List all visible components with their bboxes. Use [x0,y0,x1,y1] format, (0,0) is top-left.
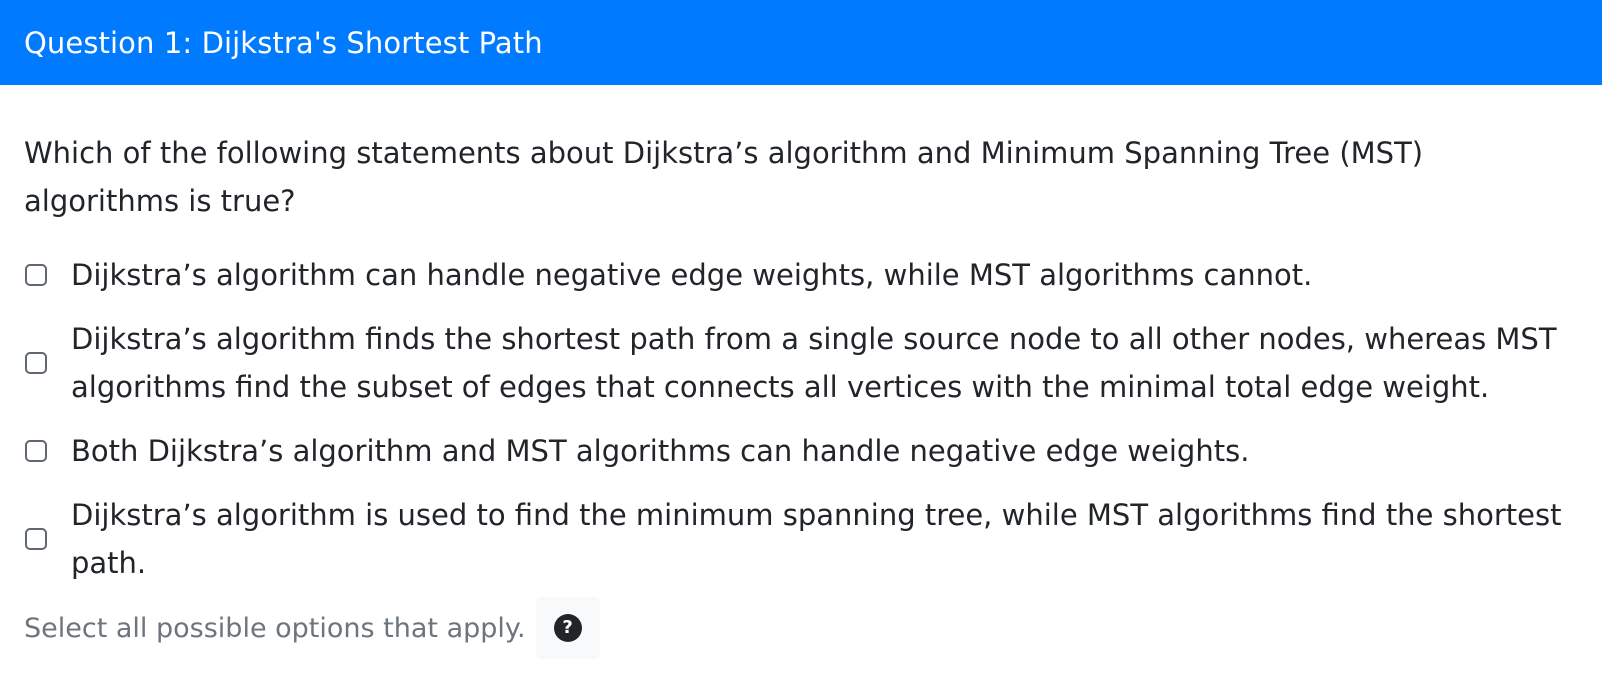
answer-option-3[interactable]: Both Dijkstra’s algorithm and MST algori… [24,427,1578,475]
answer-option-4-label[interactable]: Dijkstra’s algorithm is used to find the… [71,491,1578,587]
answer-option-1-label[interactable]: Dijkstra’s algorithm can handle negative… [71,251,1578,299]
answer-option-4[interactable]: Dijkstra’s algorithm is used to find the… [24,491,1578,587]
answer-option-2-label[interactable]: Dijkstra’s algorithm finds the shortest … [71,315,1578,411]
help-button[interactable]: ? [535,597,600,659]
answer-option-1[interactable]: Dijkstra’s algorithm can handle negative… [24,251,1578,299]
help-text: Select all possible options that apply. [24,612,526,644]
answer-option-4-checkbox[interactable] [25,528,47,550]
question-card: Question 1: Dijkstra's Shortest Path Whi… [0,0,1602,659]
help-row: Select all possible options that apply. … [24,597,1578,659]
answer-option-1-checkbox[interactable] [25,264,47,286]
answer-option-3-checkbox[interactable] [25,440,47,462]
question-title: Question 1: Dijkstra's Shortest Path [24,25,543,60]
answer-options: Dijkstra’s algorithm can handle negative… [24,251,1578,587]
question-header: Question 1: Dijkstra's Shortest Path [0,0,1602,85]
answer-option-2-checkbox[interactable] [25,352,47,374]
answer-option-3-label[interactable]: Both Dijkstra’s algorithm and MST algori… [71,427,1578,475]
answer-option-2[interactable]: Dijkstra’s algorithm finds the shortest … [24,315,1578,411]
question-prompt: Which of the following statements about … [24,136,1424,218]
question-body: Which of the following statements about … [0,85,1602,659]
question-circle-icon: ? [553,614,582,642]
